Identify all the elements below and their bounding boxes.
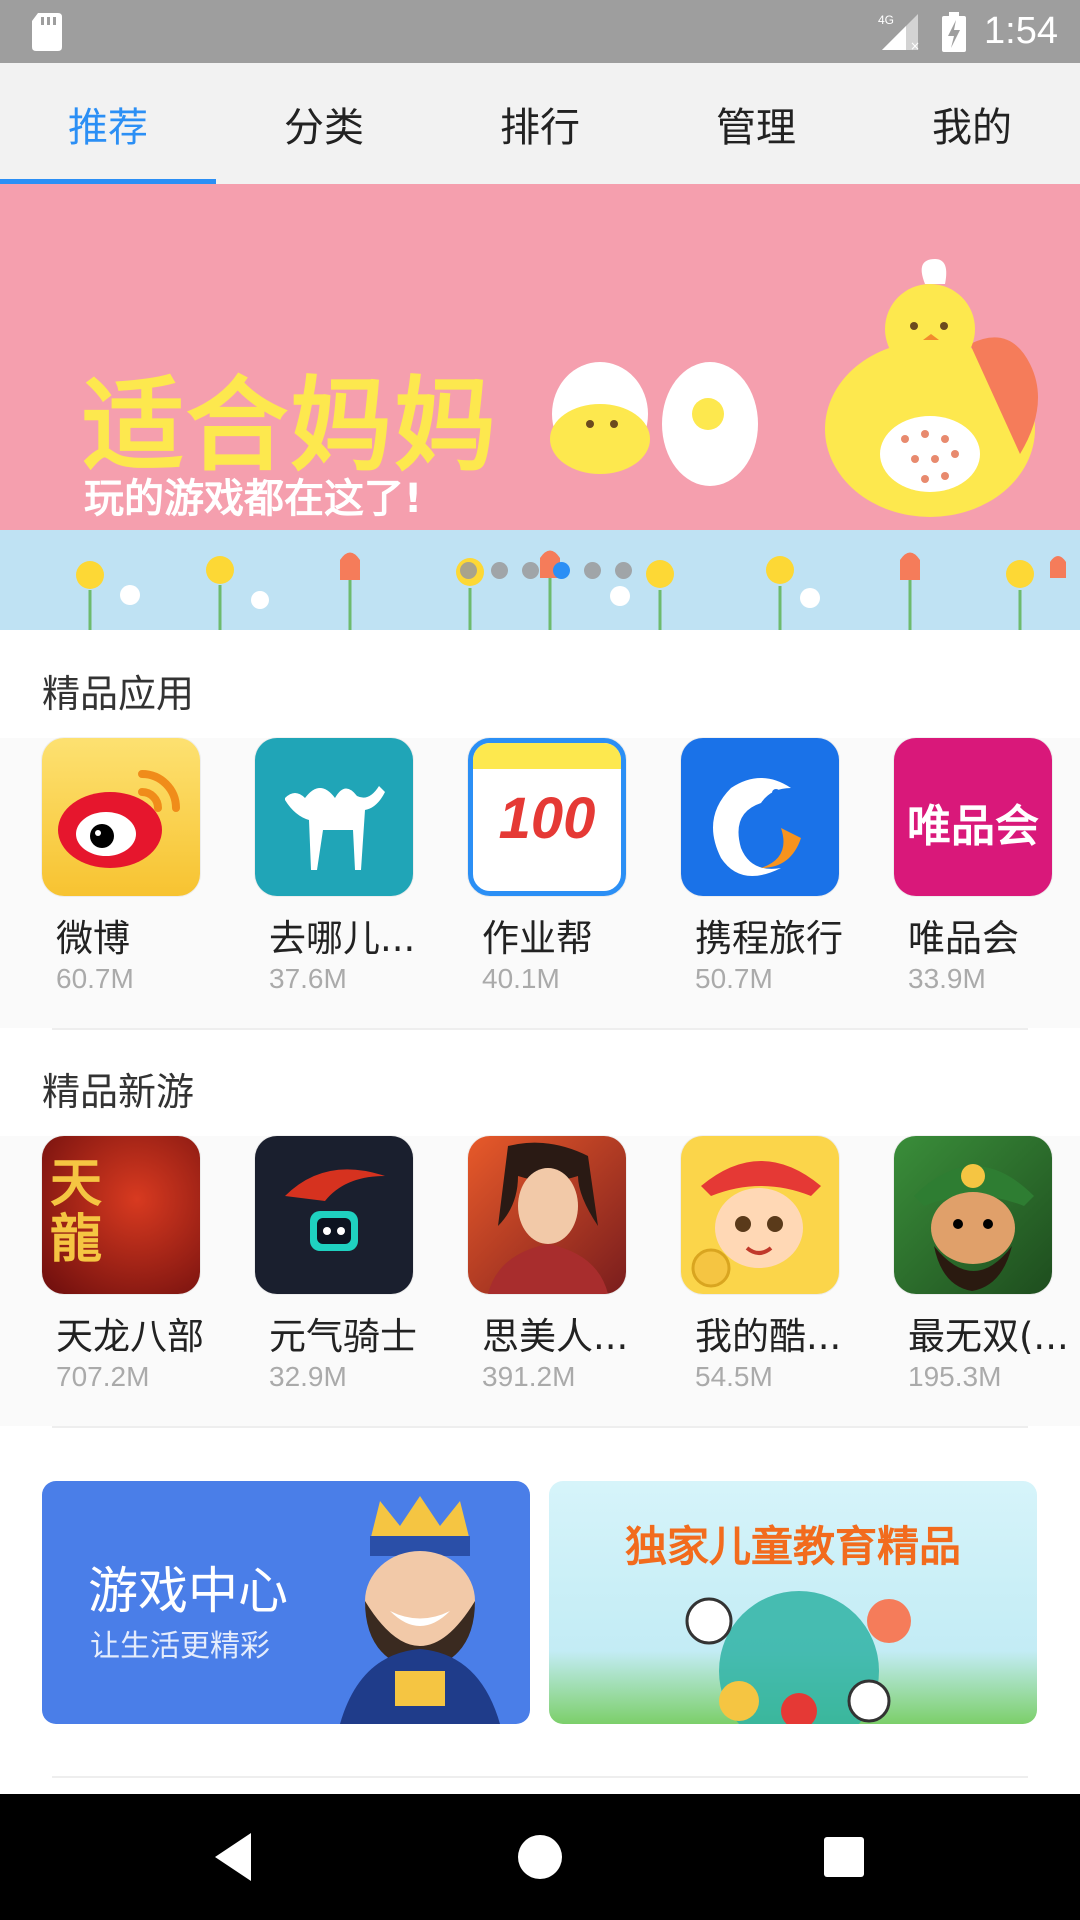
app-item-qunar[interactable]: 去哪儿... 37.6M [255,738,425,1018]
app-name: 天龙八部 [56,1315,204,1358]
featured-games-title: 精品新游 [42,1070,195,1114]
app-name: 微博 [56,917,130,960]
tab-mine[interactable]: 我的 [864,63,1080,184]
carousel-dot[interactable] [584,562,601,579]
app-item-weibo[interactable]: 微博 60.7M [42,738,212,1018]
app-item-ctrip[interactable]: 携程旅行 50.7M [681,738,851,1018]
app-size: 40.1M [482,963,560,994]
recents-icon[interactable] [814,1827,874,1887]
app-name: 思美人... [482,1315,629,1358]
flowers-illustration [76,550,1066,630]
app-size: 50.7M [695,963,773,994]
svg-text:×: × [910,39,920,52]
app-size: 33.9M [908,963,986,994]
app-name: 携程旅行 [695,917,843,960]
home-icon[interactable] [510,1827,570,1887]
wodeku-icon [681,1136,839,1294]
featured-games-row: 天龍 天龙八部 707.2M 元气骑士 32.9M 思美人... 391.2M [0,1136,1080,1426]
app-item-zuiwushuang[interactable]: 最无双(... 195.3M [894,1136,1069,1416]
app-name: 我的酷... [695,1315,842,1358]
clock: 1:54 [984,10,1058,52]
ctrip-icon [681,738,839,896]
back-icon[interactable] [205,1827,265,1887]
app-name: 元气骑士 [269,1315,417,1358]
app-name: 最无双(... [908,1315,1069,1358]
app-item-wodeku[interactable]: 我的酷... 54.5M [681,1136,851,1416]
carousel-dot[interactable] [460,562,477,579]
app-icon-text: 100 [498,786,596,851]
top-tab-bar: 推荐 分类 排行 管理 我的 [0,63,1080,184]
app-icon-text: 天龍 [50,1154,103,1270]
qunar-icon [255,738,413,896]
kids-characters-illustration [685,1591,911,1724]
app-name: 作业帮 [482,917,593,960]
app-size: 195.3M [908,1361,1002,1392]
svg-text:4G: 4G [878,13,894,27]
carousel-dot[interactable] [615,562,632,579]
signal-4g-icon: 4G × [878,13,920,52]
app-icon-text: 唯品会 [907,801,1039,852]
system-navigation-bar [0,1794,1080,1920]
sd-card-icon [32,13,62,51]
app-item-tianlong[interactable]: 天龍 天龙八部 707.2M [42,1136,212,1416]
game-center-card[interactable]: 游戏中心 让生活更精彩 [42,1481,530,1724]
battery-charging-icon [942,11,967,52]
app-size: 54.5M [695,1361,773,1392]
app-size: 707.2M [56,1361,150,1392]
tab-rankings[interactable]: 排行 [432,63,648,184]
game-center-subtitle: 让生活更精彩 [90,1629,270,1664]
banner-carousel[interactable]: 适合妈妈 玩的游戏都在这了! [0,184,1080,630]
game-center-title: 游戏中心 [88,1562,288,1620]
section-divider [52,1776,1028,1778]
section-divider [52,1426,1028,1428]
chicks-illustration [550,259,1038,517]
section-divider [52,1028,1028,1030]
app-size: 32.9M [269,1361,347,1392]
kids-education-card[interactable]: 独家儿童教育精品 [549,1481,1037,1724]
app-item-simeiren[interactable]: 思美人... 391.2M [468,1136,638,1416]
featured-apps-title: 精品应用 [42,672,195,716]
banner-flower-strip [0,530,1080,630]
weibo-icon [42,738,200,896]
app-name: 唯品会 [908,917,1019,960]
carousel-dot[interactable] [491,562,508,579]
banner-subtitle: 玩的游戏都在这了! [84,476,423,522]
vipshop-icon: 唯品会 [894,738,1052,896]
zuoyebang-icon: 100 [468,738,626,896]
tab-recommended[interactable]: 推荐 [0,63,216,184]
app-size: 37.6M [269,963,347,994]
king-mascot-illustration [340,1496,500,1724]
app-name: 去哪儿... [269,917,416,960]
tab-categories[interactable]: 分类 [216,63,432,184]
soul-knight-icon [255,1136,413,1294]
app-item-vipshop[interactable]: 唯品会 唯品会 33.9M [894,738,1064,1018]
simeiren-icon [468,1136,626,1294]
tab-manage[interactable]: 管理 [648,63,864,184]
tianlong-icon: 天龍 [42,1136,200,1294]
app-size: 60.7M [56,963,134,994]
featured-apps-row: 微博 60.7M 去哪儿... 37.6M 100 作业帮 40.1M 携程旅行… [0,738,1080,1028]
status-bar: 4G × 1:54 [0,0,1080,63]
app-item-zuoyebang[interactable]: 100 作业帮 40.1M [468,738,638,1018]
app-size: 391.2M [482,1361,576,1392]
carousel-dot-active[interactable] [553,562,570,579]
carousel-indicator [460,562,632,579]
app-item-soul-knight[interactable]: 元气骑士 32.9M [255,1136,425,1416]
zuiwushuang-icon [894,1136,1052,1294]
carousel-dot[interactable] [522,562,539,579]
